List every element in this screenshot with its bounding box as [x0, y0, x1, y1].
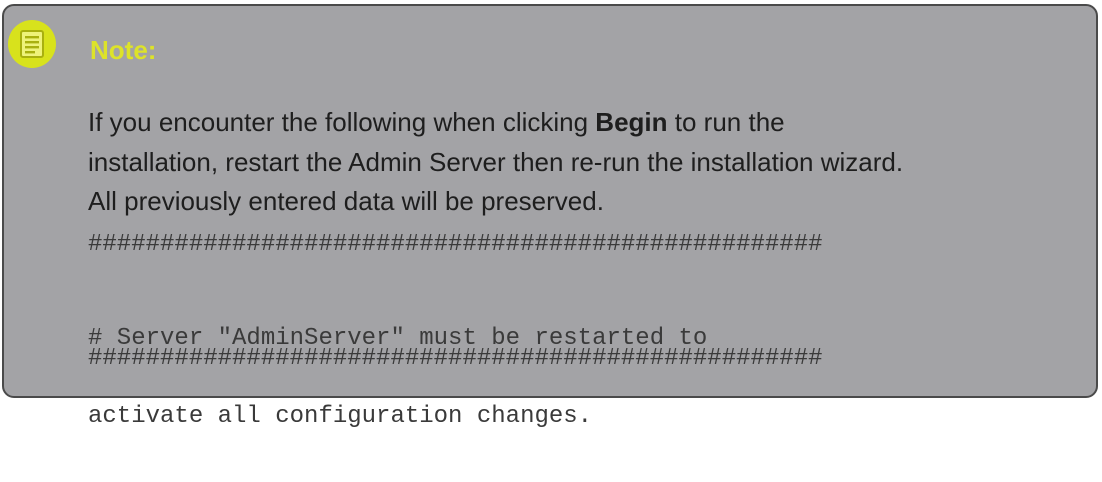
- paragraph-text: If you encounter the following when clic…: [88, 107, 596, 137]
- note-callout: Note: If you encounter the following whe…: [2, 4, 1098, 430]
- code-separator-bottom: ########################################…: [88, 345, 823, 372]
- note-paragraph-1-line-1: If you encounter the following when clic…: [88, 102, 903, 142]
- code-separator-top: ########################################…: [88, 231, 823, 258]
- note-paragraph-1-line-2: installation, restart the Admin Server t…: [88, 147, 904, 177]
- note-title: Note:: [90, 35, 157, 65]
- note-paragraph-1: If you encounter the following when clic…: [88, 102, 903, 182]
- begin-emphasis: Begin: [595, 107, 668, 137]
- note-paragraph-2: All previously entered data will be pres…: [88, 186, 604, 216]
- note-icon: [8, 20, 56, 68]
- code-message-line-2: activate all configuration changes.: [88, 403, 593, 430]
- code-message: # Server "AdminServer" must be restarted…: [88, 274, 707, 482]
- note-icon-glyph: [20, 30, 44, 58]
- paragraph-text: to run the: [667, 107, 785, 137]
